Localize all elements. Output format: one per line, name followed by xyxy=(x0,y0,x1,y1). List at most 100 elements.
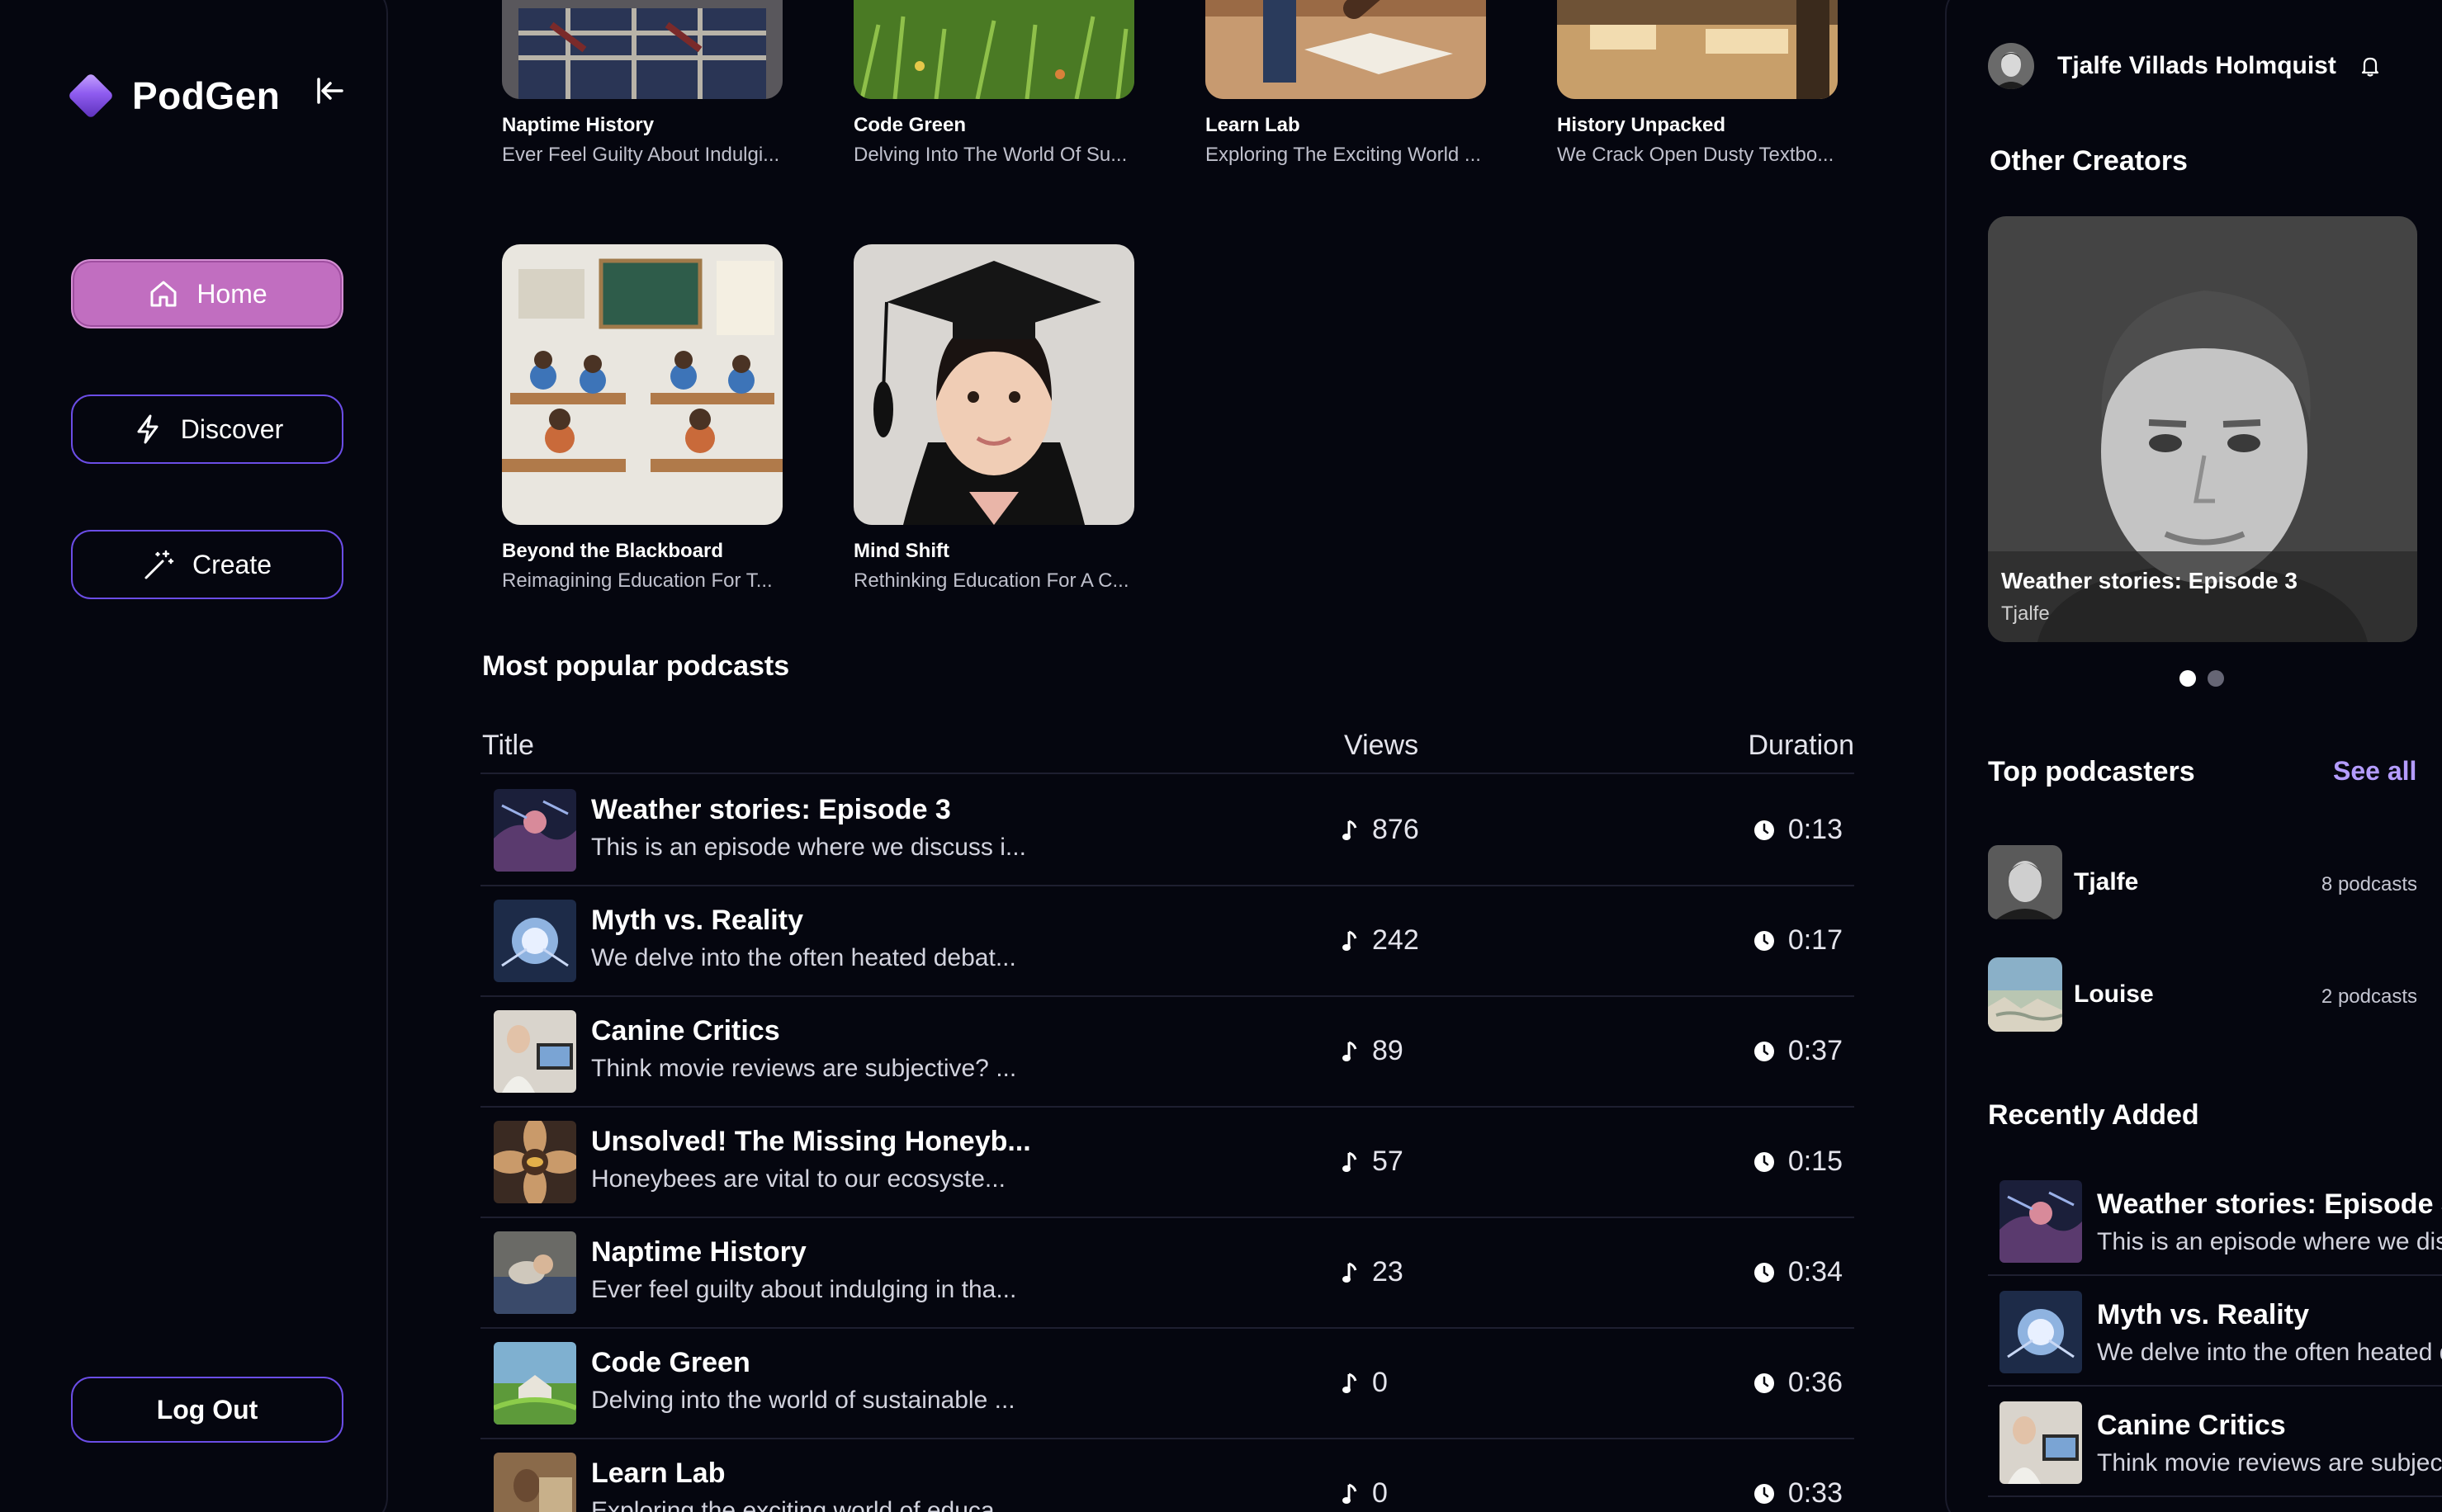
episode-thumbnail xyxy=(494,1231,576,1314)
table-row[interactable]: Myth vs. Reality We delve into the often … xyxy=(480,886,1854,997)
podcast-card[interactable]: Learn Lab Exploring The Exciting World .… xyxy=(1205,0,1486,167)
nav-discover-button[interactable]: Discover xyxy=(71,395,343,464)
main-content: Naptime History Ever Feel Guilty About I… xyxy=(480,0,1854,1512)
episode-duration: 0:37 xyxy=(1753,1035,1843,1067)
music-note-icon xyxy=(1342,1151,1357,1172)
lightning-icon xyxy=(131,413,164,446)
recently-added-list: Weather stories: Episode 3 This is an epi… xyxy=(1945,0,2442,1512)
podcast-cover xyxy=(1205,0,1486,99)
episode-views: 876 xyxy=(1342,814,1419,846)
duration-value: 0:13 xyxy=(1787,814,1843,845)
nav-create-label: Create xyxy=(192,549,272,579)
podcast-cover xyxy=(502,244,783,525)
app-root: PodGen Home Discover Create Log Out Napt… xyxy=(0,0,2442,1512)
list-item[interactable]: Weather stories: Episode 3 This is an epi… xyxy=(1988,1172,2442,1276)
duration-value: 0:17 xyxy=(1787,924,1843,956)
podcast-card[interactable]: Code Green Delving Into The World Of Su.… xyxy=(854,0,1134,167)
podcast-title: Code Green xyxy=(854,114,967,136)
music-note-icon xyxy=(1342,1041,1357,1061)
episode-views: 23 xyxy=(1342,1256,1403,1288)
episode-thumbnail xyxy=(494,1121,576,1203)
podcast-desc: Rethinking Education For A C... xyxy=(854,569,1129,592)
music-note-icon xyxy=(1342,930,1357,951)
clock-icon xyxy=(1753,1151,1774,1172)
episode-title: Unsolved! The Missing Honeyb... xyxy=(591,1126,1031,1157)
clock-icon xyxy=(1753,1041,1774,1061)
episode-desc: This is an episode where we discuss it xyxy=(2097,1228,2442,1255)
column-title: Title xyxy=(482,730,534,761)
episode-thumbnail xyxy=(494,1453,576,1512)
podcast-title: Beyond the Blackboard xyxy=(502,540,724,562)
episode-duration: 0:33 xyxy=(1753,1477,1843,1510)
logout-button[interactable]: Log Out xyxy=(71,1377,343,1443)
episode-thumbnail xyxy=(2000,1291,2082,1373)
column-duration: Duration xyxy=(1748,730,1854,761)
episode-title: Learn Lab xyxy=(591,1458,726,1489)
brand[interactable]: PodGen xyxy=(67,72,280,120)
duration-value: 0:33 xyxy=(1787,1477,1843,1509)
nav-create-button[interactable]: Create xyxy=(71,530,343,599)
episode-desc: Honeybees are vital to our ecosyste... xyxy=(591,1165,1006,1193)
episode-desc: Think movie reviews are subjective? ... xyxy=(591,1055,1017,1082)
section-title-most-popular: Most popular podcasts xyxy=(482,650,790,682)
episode-desc: Delving into the world of sustainable ..… xyxy=(591,1387,1015,1414)
clock-icon xyxy=(1753,820,1774,840)
nav-home-button[interactable]: Home xyxy=(71,259,343,328)
podcast-desc: Delving Into The World Of Su... xyxy=(854,144,1128,166)
podcast-desc: Reimagining Education For T... xyxy=(502,569,773,592)
podcast-desc: Exploring The Exciting World ... xyxy=(1205,144,1481,166)
episode-duration: 0:15 xyxy=(1753,1146,1843,1178)
episode-title: Myth vs. Reality xyxy=(2097,1299,2309,1330)
nav-discover-label: Discover xyxy=(180,413,284,444)
sidebar xyxy=(0,0,388,1512)
table-row[interactable]: Unsolved! The Missing Honeyb... Honeybees… xyxy=(480,1108,1854,1218)
episode-views: 0 xyxy=(1342,1477,1388,1510)
episode-desc: We delve into the often heated debat... xyxy=(591,944,1016,971)
clock-icon xyxy=(1753,930,1774,951)
podcast-title: Naptime History xyxy=(502,114,655,136)
music-note-icon xyxy=(1342,820,1357,840)
podcast-card[interactable]: Naptime History Ever Feel Guilty About I… xyxy=(502,0,783,167)
episode-desc: Exploring the exciting world of educa... xyxy=(591,1497,1015,1512)
views-value: 242 xyxy=(1372,924,1419,956)
podcast-title: Mind Shift xyxy=(854,540,949,562)
episode-duration: 0:36 xyxy=(1753,1367,1843,1399)
episode-views: 242 xyxy=(1342,924,1419,957)
list-item[interactable]: Canine Critics Think movie reviews are su… xyxy=(1988,1393,2442,1497)
episode-duration: 0:13 xyxy=(1753,814,1843,846)
podcast-cover xyxy=(854,0,1134,99)
episode-thumbnail xyxy=(494,900,576,982)
collapse-sidebar-icon[interactable] xyxy=(312,73,348,109)
episode-thumbnail xyxy=(2000,1401,2082,1484)
podcast-card[interactable]: Mind Shift Rethinking Education For A C.… xyxy=(854,244,1134,593)
clock-icon xyxy=(1753,1373,1774,1393)
clock-icon xyxy=(1753,1483,1774,1504)
duration-value: 0:34 xyxy=(1787,1256,1843,1288)
table-row[interactable]: Code Green Delving into the world of sust… xyxy=(480,1329,1854,1439)
list-item[interactable]: Myth vs. Reality We delve into the often … xyxy=(1988,1283,2442,1387)
episode-title: Canine Critics xyxy=(2097,1410,2286,1441)
home-icon xyxy=(147,277,180,310)
podcast-cover xyxy=(1557,0,1838,99)
episode-thumbnail xyxy=(494,1342,576,1425)
episode-title: Weather stories: Episode 3 xyxy=(2097,1188,2442,1220)
music-note-icon xyxy=(1342,1262,1357,1283)
table-row[interactable]: Canine Critics Think movie reviews are su… xyxy=(480,997,1854,1108)
episode-views: 57 xyxy=(1342,1146,1403,1178)
magic-wand-icon xyxy=(143,548,176,581)
podcast-card[interactable]: History Unpacked We Crack Open Dusty Tex… xyxy=(1557,0,1838,167)
table-row[interactable]: Learn Lab Exploring the exciting world of… xyxy=(480,1439,1854,1512)
podcast-desc: Ever Feel Guilty About Indulgi... xyxy=(502,144,780,166)
podcast-card[interactable]: Beyond the Blackboard Reimagining Educat… xyxy=(502,244,783,593)
views-value: 23 xyxy=(1372,1256,1403,1288)
table-row[interactable]: Weather stories: Episode 3 This is an epi… xyxy=(480,776,1854,886)
episode-thumbnail xyxy=(2000,1180,2082,1263)
table-row[interactable]: Naptime History Ever feel guilty about in… xyxy=(480,1218,1854,1329)
episode-title: Canine Critics xyxy=(591,1015,780,1047)
nav-home-label: Home xyxy=(196,278,267,309)
logout-label: Log Out xyxy=(156,1394,258,1425)
episode-title: Myth vs. Reality xyxy=(591,905,803,936)
episode-desc: Think movie reviews are subjective? xyxy=(2097,1449,2442,1477)
table-header: Title Views Duration xyxy=(480,730,1854,774)
podcast-cover xyxy=(854,244,1134,525)
